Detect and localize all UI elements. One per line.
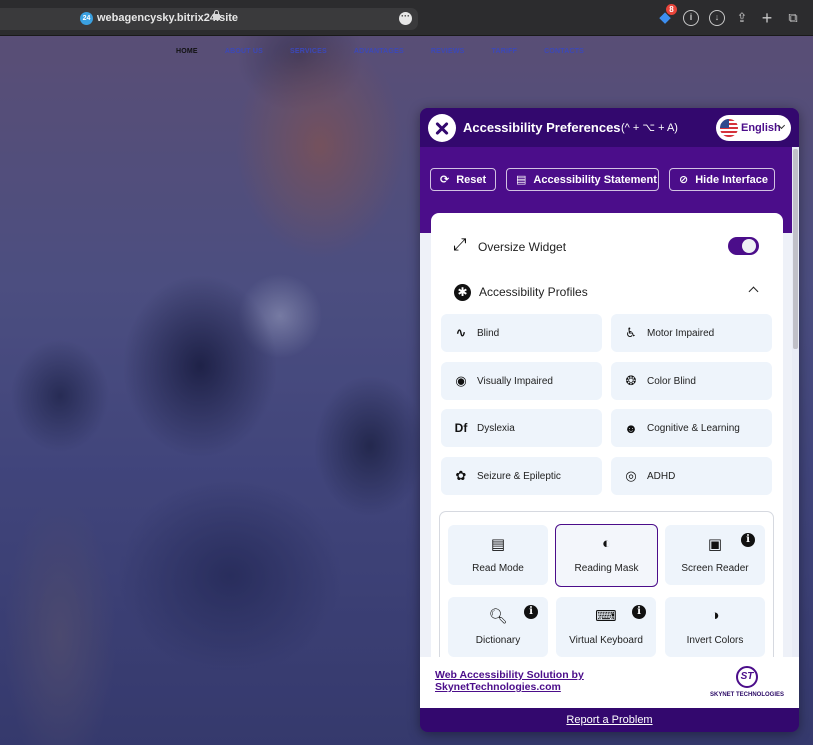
skynet-logo-icon: ST xyxy=(736,666,758,688)
info-icon[interactable]: i xyxy=(683,10,699,26)
oversize-widget-label: Oversize Widget xyxy=(478,240,567,254)
sound-wave-icon: ∿ xyxy=(455,325,467,340)
eye-slash-icon: ⊘ xyxy=(679,174,689,186)
nav-reviews[interactable]: REVIEWS xyxy=(431,48,465,55)
link-line-1: Web Accessibility Solution by xyxy=(435,669,584,681)
wheelchair-icon: ♿ xyxy=(625,325,637,340)
accessibility-person-icon: ✱ xyxy=(454,284,471,301)
new-tab-icon[interactable]: + xyxy=(759,9,775,27)
report-problem-link[interactable]: Report a Problem xyxy=(566,714,652,726)
info-icon[interactable]: i xyxy=(741,533,755,547)
target-icon: ◎ xyxy=(625,468,637,483)
refresh-icon: ⟳ xyxy=(440,174,450,186)
color-dots-icon: ❂ xyxy=(625,373,637,388)
df-letters-icon: Df xyxy=(454,421,468,435)
skynet-link[interactable]: Web Accessibility Solution by SkynetTech… xyxy=(435,669,584,693)
reset-button[interactable]: ⟳ Reset xyxy=(430,168,496,191)
accessibility-widget: Accessibility Preferences (^ + ⌥ + A) En… xyxy=(420,108,799,732)
notification-badge: 8 xyxy=(666,4,677,15)
profile-label: Visually Impaired xyxy=(477,375,553,387)
nav-advantages[interactable]: ADVANTAGES xyxy=(354,48,404,55)
tool-reading-mask[interactable]: ◐ Reading Mask xyxy=(555,524,658,587)
tool-label: Invert Colors xyxy=(686,635,744,646)
profile-motor-impaired[interactable]: ♿ Motor Impaired xyxy=(611,314,772,352)
reset-label: Reset xyxy=(456,173,487,186)
link-line-2: SkynetTechnologies.com xyxy=(435,681,561,693)
document-icon: ▤ xyxy=(490,536,506,553)
profile-color-blind[interactable]: ❂ Color Blind xyxy=(611,362,772,400)
share-icon[interactable]: ⇪ xyxy=(734,10,750,26)
tool-read-mode[interactable]: ▤ Read Mode xyxy=(448,525,548,585)
nav-services[interactable]: SERVICES xyxy=(290,48,327,55)
tool-label: Screen Reader xyxy=(681,563,749,574)
document-icon: ▤ xyxy=(516,174,527,186)
profile-label: Motor Impaired xyxy=(647,327,715,339)
widget-footer: Web Accessibility Solution by SkynetTech… xyxy=(420,657,799,708)
statement-label: Accessibility Statement xyxy=(533,173,657,186)
keyboard-shortcut: (^ + ⌥ + A) xyxy=(621,122,678,134)
profile-dyslexia[interactable]: Df Dyslexia xyxy=(441,409,602,447)
us-flag-icon xyxy=(720,119,738,137)
language-label: English xyxy=(741,122,781,134)
profile-label: Seizure & Epileptic xyxy=(477,470,561,482)
lock-icon xyxy=(213,10,220,20)
tool-label: Reading Mask xyxy=(574,563,639,574)
scrollbar-thumb[interactable] xyxy=(793,149,798,349)
tool-dictionary[interactable]: 🔍︎ i Dictionary xyxy=(448,597,548,657)
download-icon[interactable]: ↓ xyxy=(709,10,725,26)
nav-tariff[interactable]: TARIFF xyxy=(492,48,518,55)
info-icon[interactable]: i xyxy=(524,605,538,619)
more-options-icon[interactable]: ··· xyxy=(399,12,412,25)
profile-blind[interactable]: ∿ Blind xyxy=(441,314,602,352)
report-bar: Report a Problem xyxy=(420,708,799,732)
widget-title: Accessibility Preferences xyxy=(463,120,621,135)
tools-panel: ▤ Read Mode ◐ Reading Mask ▣ i Screen Re… xyxy=(439,511,774,671)
profile-label: ADHD xyxy=(647,470,676,482)
nav-contacts[interactable]: CONTACTS xyxy=(544,48,584,55)
info-icon[interactable]: i xyxy=(632,605,646,619)
accessibility-profiles-label[interactable]: Accessibility Profiles xyxy=(479,285,588,299)
nav-home[interactable]: HOME xyxy=(176,48,198,55)
profile-label: Color Blind xyxy=(647,375,696,387)
expand-arrows-icon: ⤢ xyxy=(453,235,467,254)
brain-head-icon: ☻ xyxy=(624,420,638,436)
close-icon[interactable] xyxy=(428,114,456,142)
accessibility-statement-button[interactable]: ▤ Accessibility Statement xyxy=(506,168,659,191)
profile-seizure-epileptic[interactable]: ✿ Seizure & Epileptic xyxy=(441,457,602,495)
language-selector[interactable]: English xyxy=(716,115,791,141)
hide-interface-button[interactable]: ⊘ Hide Interface xyxy=(669,168,775,191)
hide-label: Hide Interface xyxy=(695,173,768,186)
profile-label: Cognitive & Learning xyxy=(647,422,740,434)
address-bar[interactable]: 24 webagencysky.bitrix24.site ··· xyxy=(0,8,418,30)
chevron-up-icon[interactable] xyxy=(748,286,759,297)
contrast-drop-icon: ◑ xyxy=(710,607,720,624)
skynet-logo-text: SKYNET TECHNOLOGIES xyxy=(710,692,785,698)
tool-invert-colors[interactable]: ◑ Invert Colors xyxy=(665,597,765,657)
profile-label: Blind xyxy=(477,327,500,339)
eye-icon: ◉ xyxy=(455,373,467,388)
brain-icon: ✿ xyxy=(455,468,467,483)
browser-toolbar: 24 webagencysky.bitrix24.site ··· ◆ 8 i … xyxy=(0,0,813,36)
profile-label: Dyslexia xyxy=(477,422,515,434)
mask-icon: ◐ xyxy=(601,535,612,552)
settings-card: ⤢ Oversize Widget ✱ Accessibility Profil… xyxy=(431,213,783,671)
nav-about-us[interactable]: ABOUT US xyxy=(225,48,263,55)
tool-label: Virtual Keyboard xyxy=(569,635,643,646)
tool-label: Read Mode xyxy=(472,563,524,574)
tool-virtual-keyboard[interactable]: ⌨ i Virtual Keyboard xyxy=(556,597,656,657)
profile-visually-impaired[interactable]: ◉ Visually Impaired xyxy=(441,362,602,400)
widget-header: Accessibility Preferences (^ + ⌥ + A) En… xyxy=(420,108,799,147)
profile-adhd[interactable]: ◎ ADHD xyxy=(611,457,772,495)
site-favicon: 24 xyxy=(80,12,93,25)
tabs-overview-icon[interactable]: ⧉ xyxy=(785,10,801,26)
tool-screen-reader[interactable]: ▣ i Screen Reader xyxy=(665,525,765,585)
site-navigation: HOME ABOUT US SERVICES ADVANTAGES REVIEW… xyxy=(176,48,611,55)
profile-cognitive-learning[interactable]: ☻ Cognitive & Learning xyxy=(611,409,772,447)
oversize-widget-toggle[interactable] xyxy=(728,237,759,255)
tool-label: Dictionary xyxy=(475,635,521,646)
